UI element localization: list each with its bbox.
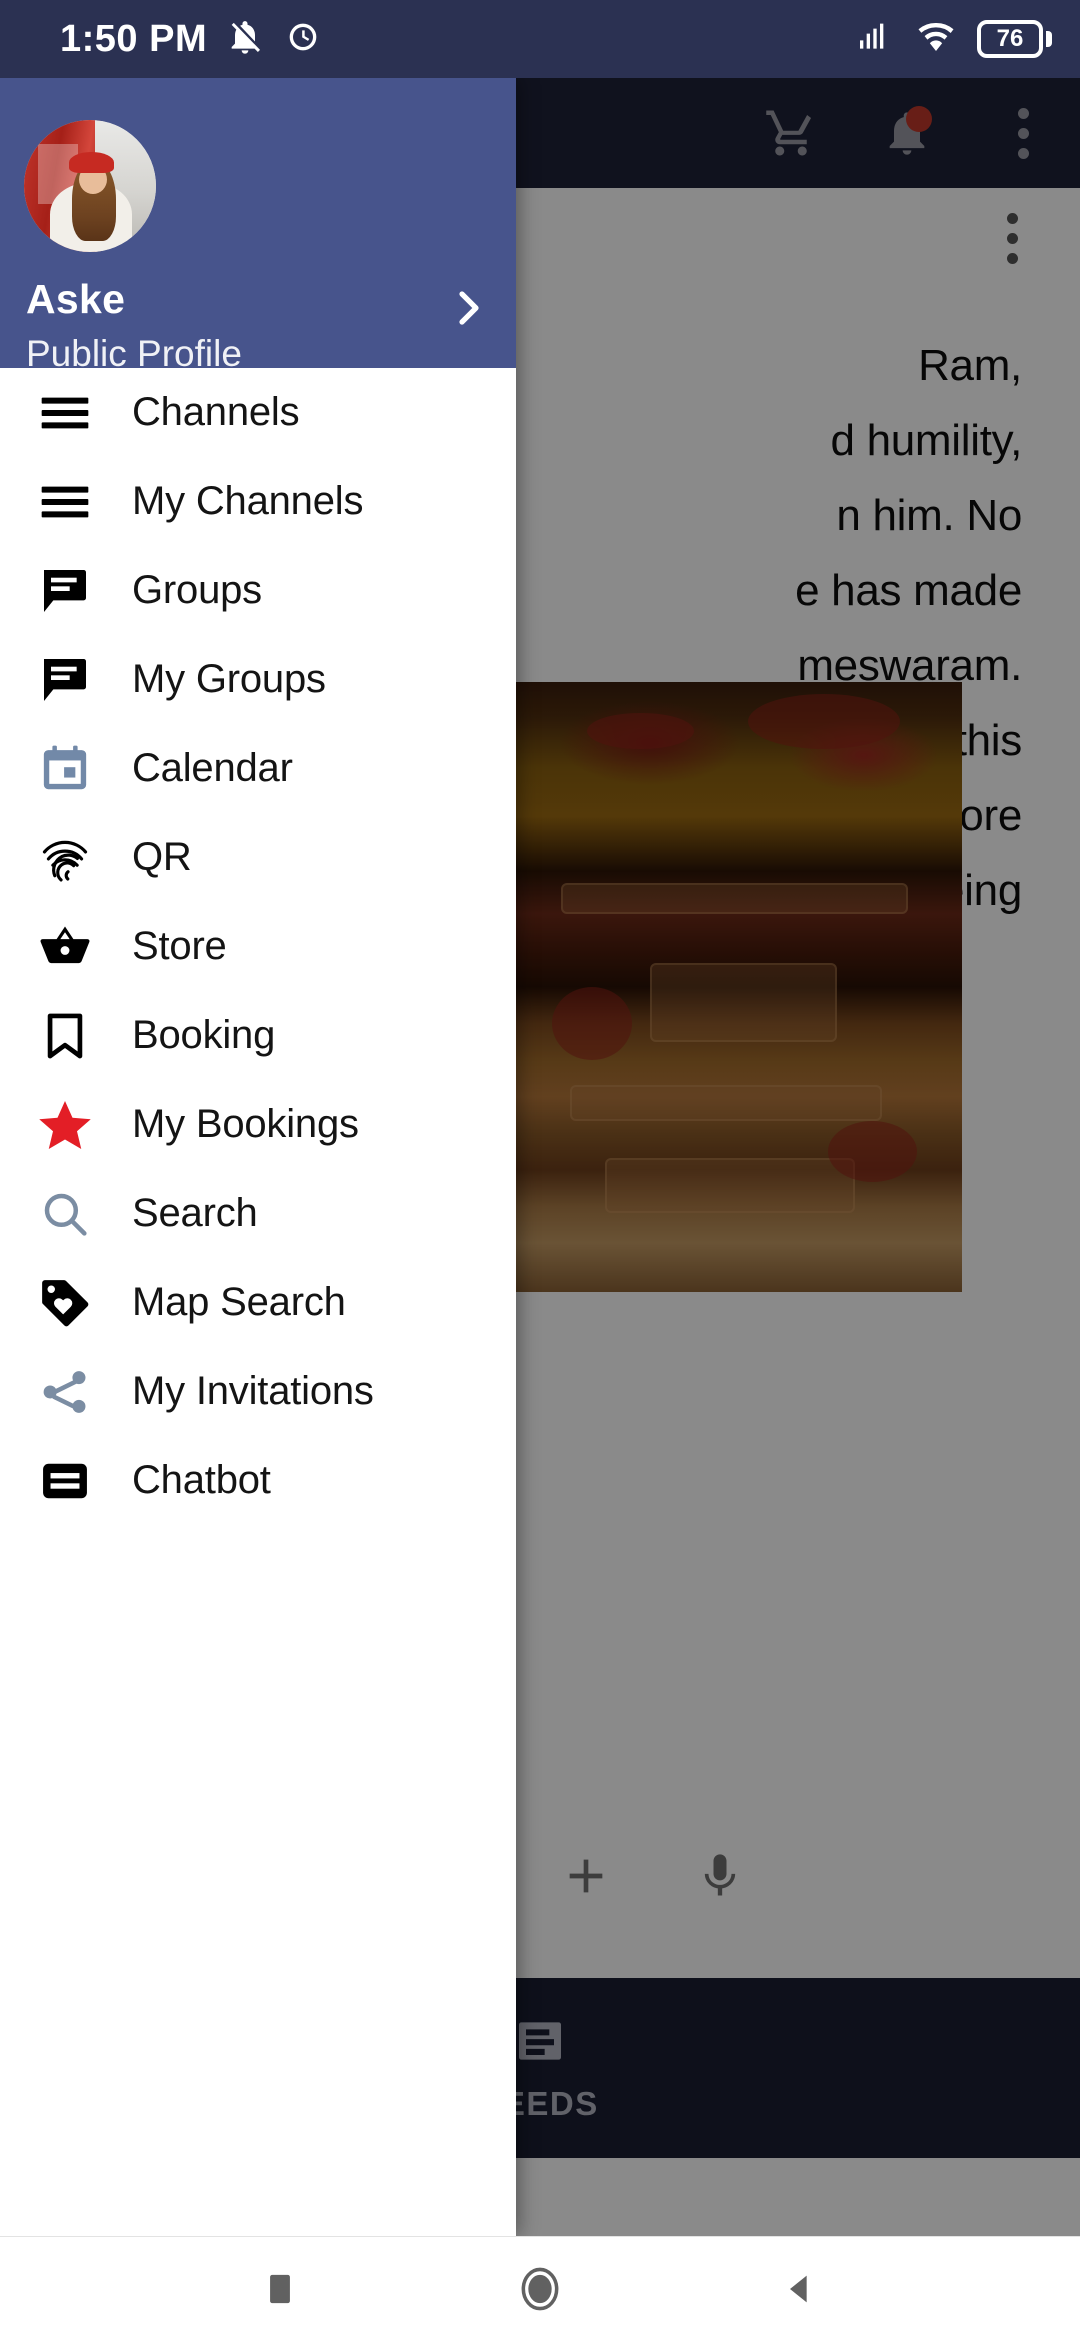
- navigation-drawer: Aske Public Profile Channels My Channels…: [0, 78, 516, 2236]
- sidebar-item-label: Channels: [132, 390, 299, 435]
- post-image: [516, 682, 962, 1292]
- sidebar-item-channels[interactable]: Channels: [0, 368, 516, 457]
- sidebar-item-my-invitations[interactable]: My Invitations: [0, 1347, 516, 1436]
- battery-indicator: 76: [977, 20, 1052, 58]
- sidebar-item-groups[interactable]: Groups: [0, 546, 516, 635]
- sidebar-item-qr[interactable]: QR: [0, 813, 516, 902]
- battery-level: 76: [997, 25, 1024, 53]
- microphone-icon[interactable]: [694, 1850, 746, 1907]
- fingerprint-icon: [34, 830, 96, 886]
- status-bar: 1:50 PM 76: [0, 0, 1080, 78]
- tag-heart-icon: [34, 1275, 96, 1331]
- sidebar-item-label: Search: [132, 1191, 258, 1236]
- system-navigation-bar: [0, 2236, 1080, 2340]
- status-bar-left: 1:50 PM: [60, 17, 323, 62]
- overflow-menu-icon[interactable]: [988, 98, 1058, 168]
- share-icon: [34, 1365, 96, 1419]
- sidebar-item-label: Chatbot: [132, 1458, 271, 1503]
- sidebar-item-booking[interactable]: Booking: [0, 991, 516, 1080]
- alarm-icon: [283, 17, 323, 62]
- sidebar-item-map-search[interactable]: Map Search: [0, 1258, 516, 1347]
- chatbot-icon: [34, 1453, 96, 1509]
- sidebar-item-my-channels[interactable]: My Channels: [0, 457, 516, 546]
- sidebar-item-store[interactable]: Store: [0, 902, 516, 991]
- sidebar-item-calendar[interactable]: Calendar: [0, 724, 516, 813]
- status-bar-right: 76: [855, 16, 1052, 63]
- sidebar-item-label: My Invitations: [132, 1369, 374, 1414]
- search-icon: [34, 1187, 96, 1241]
- compose-row: [516, 1818, 1080, 1938]
- sidebar-item-label: Booking: [132, 1013, 275, 1058]
- chevron-right-icon[interactable]: [444, 284, 492, 332]
- cart-icon[interactable]: [756, 98, 826, 168]
- back-triangle-icon[interactable]: [752, 2241, 848, 2337]
- sidebar-item-label: Store: [132, 924, 227, 969]
- sidebar-item-my-groups[interactable]: My Groups: [0, 635, 516, 724]
- sidebar-item-label: Groups: [132, 568, 262, 613]
- sidebar-item-label: My Channels: [132, 479, 363, 524]
- drawer-menu-list: Channels My Channels Groups My Groups Ca: [0, 368, 516, 1525]
- calendar-icon: [34, 742, 96, 796]
- chat-bubble-icon: [34, 652, 96, 708]
- sidebar-item-label: QR: [132, 835, 192, 880]
- post-overflow-icon[interactable]: [1007, 213, 1018, 264]
- bookmark-icon: [34, 1008, 96, 1064]
- sidebar-item-label: Map Search: [132, 1280, 346, 1325]
- sidebar-item-search[interactable]: Search: [0, 1169, 516, 1258]
- sidebar-item-my-bookings[interactable]: My Bookings: [0, 1080, 516, 1169]
- status-time: 1:50 PM: [60, 18, 207, 61]
- sidebar-item-chatbot[interactable]: Chatbot: [0, 1436, 516, 1525]
- sidebar-item-label: My Groups: [132, 657, 326, 702]
- hamburger-icon: [34, 474, 96, 530]
- sidebar-item-label: My Bookings: [132, 1102, 359, 1147]
- profile-name: Aske: [26, 276, 125, 323]
- notifications-bell-icon[interactable]: [872, 98, 942, 168]
- avatar[interactable]: [24, 120, 156, 252]
- sidebar-item-label: Calendar: [132, 746, 293, 791]
- home-circle-icon[interactable]: [492, 2241, 588, 2337]
- wifi-icon: [915, 16, 957, 63]
- drawer-profile-header[interactable]: Aske Public Profile: [0, 78, 516, 368]
- recents-square-icon[interactable]: [232, 2241, 328, 2337]
- star-icon: [34, 1095, 96, 1155]
- hamburger-icon: [34, 385, 96, 441]
- bell-off-icon: [225, 17, 265, 62]
- chat-bubble-icon: [34, 563, 96, 619]
- notification-badge-dot: [906, 106, 932, 132]
- signal-icon: [855, 17, 895, 62]
- add-icon[interactable]: [558, 1848, 614, 1909]
- shopping-basket-icon: [34, 919, 96, 975]
